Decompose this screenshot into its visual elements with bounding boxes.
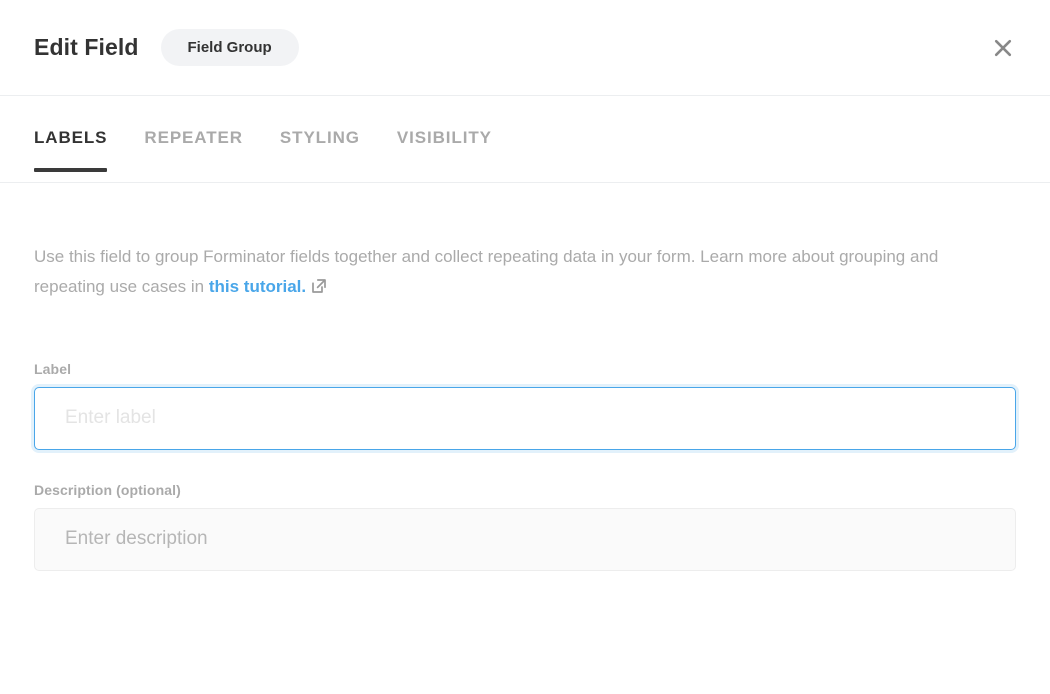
description-input[interactable] [34,508,1016,571]
intro-description-text: Use this field to group Forminator field… [34,247,938,296]
tab-repeater[interactable]: REPEATER [144,129,243,172]
modal-body: Use this field to group Forminator field… [0,242,1050,571]
close-icon [992,37,1014,59]
tab-labels[interactable]: LABELS [34,129,107,172]
page-title: Edit Field [34,36,139,59]
field-type-badge: Field Group [161,29,299,66]
intro-description: Use this field to group Forminator field… [34,242,984,304]
field-group-label: Label [34,362,1016,450]
tab-repeater-label: REPEATER [144,128,243,147]
description-field-label: Description (optional) [34,483,1016,497]
tab-visibility[interactable]: VISIBILITY [397,129,492,172]
external-link-icon [311,274,327,304]
edit-field-modal: Edit Field Field Group LABELS REPEATER S… [0,0,1050,694]
label-field-label: Label [34,362,1016,376]
tutorial-link[interactable]: this tutorial. [209,277,306,296]
field-group-description: Description (optional) [34,483,1016,571]
tab-styling-label: STYLING [280,128,360,147]
modal-header: Edit Field Field Group [0,0,1050,96]
tab-styling[interactable]: STYLING [280,129,360,172]
tab-labels-label: LABELS [34,128,107,147]
tab-visibility-label: VISIBILITY [397,128,492,147]
close-button[interactable] [984,29,1022,67]
tab-bar: LABELS REPEATER STYLING VISIBILITY [0,96,1050,186]
label-input[interactable] [34,387,1016,450]
